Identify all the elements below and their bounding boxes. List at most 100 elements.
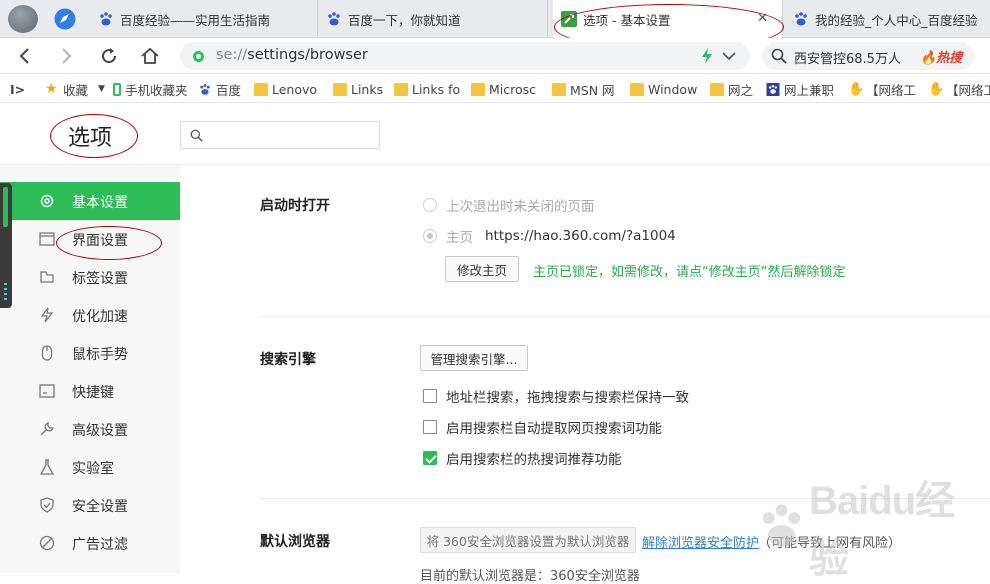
folder-icon (552, 82, 566, 96)
search-option-sync[interactable]: 地址栏搜索，拖拽搜索与搜索栏保持一致 (423, 386, 689, 406)
back-button[interactable] (13, 44, 37, 68)
bookmark-network-2[interactable]: ✋ 【网络工 (928, 80, 990, 98)
modify-homepage-button[interactable]: 修改主页 (445, 256, 519, 282)
sidebar-item-security[interactable]: 安全设置 (0, 486, 180, 524)
bookmark-folder-msn[interactable]: MSN 网 (552, 80, 615, 98)
bookmark-folder-links[interactable]: Links (333, 80, 383, 98)
address-url: se://settings/browser (216, 47, 368, 63)
sidebar-item-label: 标签设置 (72, 271, 128, 287)
home-icon (141, 47, 159, 64)
checkbox-checked[interactable] (423, 451, 437, 465)
bookmark-baidu[interactable]: 百度 (198, 80, 241, 98)
flask-icon (39, 459, 55, 475)
bookmark-folder-lenovo[interactable]: Lenovo (254, 80, 317, 98)
search-icon (771, 48, 787, 64)
hot-search-button[interactable]: 🔥热搜 (920, 47, 962, 66)
user-avatar[interactable] (8, 5, 38, 33)
sidebar-item-shortcuts[interactable]: 快捷键 (0, 372, 180, 410)
sidebar-item-adblock[interactable]: 广告过滤 (0, 524, 180, 562)
baidu-paw-icon (762, 504, 801, 547)
startup-option-homepage[interactable]: 主页 https://hao.360.com/?a1004 (423, 226, 676, 246)
folder-icon (333, 82, 347, 96)
keyboard-icon (39, 384, 55, 398)
annotation-ellipse-interface (56, 226, 162, 260)
homepage-url: https://hao.360.com/?a1004 (485, 228, 676, 244)
sidebar-item-advanced[interactable]: 高级设置 (0, 410, 180, 448)
reload-button[interactable] (97, 44, 121, 68)
unlock-protection-link[interactable]: 解除浏览器安全防护 (642, 532, 759, 551)
navigator-compass-icon[interactable] (53, 7, 77, 31)
checkbox[interactable] (423, 389, 437, 403)
manage-search-engines-button[interactable]: 管理搜索引擎... (420, 345, 528, 371)
watermark-text: Baidu经验 (809, 479, 955, 581)
sidebar-toggle-icon[interactable]: I> (10, 80, 25, 98)
forward-button[interactable] (54, 44, 78, 68)
bookmark-label: 网之 (728, 82, 754, 98)
search-bar[interactable]: 西安管控68.5万人 🔥热搜 (762, 42, 974, 70)
bookmark-label: Links fo (412, 81, 461, 97)
chevron-down-icon[interactable] (722, 51, 736, 61)
address-bar[interactable]: se://settings/browser (180, 42, 750, 70)
option-label: 启用搜索栏自动提取网页搜索词功能 (446, 421, 662, 437)
bookmarks-bar: I> ★ 收藏 ▼ 手机收藏夹 百度 Lenovo Links Links fo… (0, 75, 990, 103)
checkbox[interactable] (423, 420, 437, 434)
bookmark-label: Microsc (489, 81, 537, 97)
sidebar-item-mouse-gesture[interactable]: 鼠标手势 (0, 334, 180, 372)
startup-option-last-session[interactable]: 上次退出时未关闭的页面 (423, 195, 595, 215)
phone-icon (113, 82, 121, 96)
option-label: 主页 (446, 230, 473, 246)
folder-icon (254, 82, 268, 96)
bookmark-folder-wangzhi[interactable]: 网之 (710, 80, 753, 98)
baidu-paw-icon (100, 12, 112, 26)
bookmark-label: Lenovo (272, 81, 318, 97)
settings-search-input[interactable] (180, 121, 380, 149)
sidebar-item-basic[interactable]: 基本设置 (0, 182, 180, 220)
sidebar-item-tabs[interactable]: 标签设置 (0, 258, 180, 296)
bookmark-favorites[interactable]: ★ 收藏 ▼ (45, 80, 105, 98)
search-query: 西安管控68.5万人 (794, 52, 901, 67)
sidebar-item-label: 实验室 (72, 461, 114, 477)
sidebar-item-lab[interactable]: 实验室 (0, 448, 180, 486)
bookmark-label: 网上兼职 (784, 82, 835, 98)
startup-section-title: 启动时打开 (260, 198, 330, 214)
folder-icon (630, 82, 644, 96)
radio-button[interactable] (423, 229, 437, 243)
folder-icon (710, 82, 724, 96)
bookmark-folder-windows[interactable]: Window (630, 80, 697, 98)
sidebar-item-label: 基本设置 (72, 195, 128, 211)
search-option-extract[interactable]: 启用搜索栏自动提取网页搜索词功能 (423, 417, 662, 437)
bookmark-label: 【网络工 (946, 82, 990, 98)
radio-button[interactable] (423, 198, 437, 212)
tab-icon (40, 271, 54, 283)
bookmark-online-job[interactable]: 网上兼职 (766, 80, 834, 98)
sidebar-item-label: 优化加速 (72, 309, 128, 325)
bookmark-label: 手机收藏夹 (125, 82, 188, 98)
mouse-icon (41, 345, 53, 361)
block-icon (39, 535, 55, 551)
bookmark-mobile[interactable]: 手机收藏夹 (113, 80, 188, 98)
window-icon (39, 232, 55, 246)
tab-baidu-search[interactable]: 百度一下，你就知道 (318, 0, 548, 38)
baidu-paw-icon (328, 12, 340, 26)
set-default-browser-button[interactable]: 将 360安全浏览器设置为默认浏览器 (420, 527, 636, 553)
search-engine-section-title: 搜索引擎 (260, 352, 316, 368)
sidebar-item-optimize[interactable]: 优化加速 (0, 296, 180, 334)
search-option-hot-words[interactable]: 启用搜索栏的热搜词推荐功能 (423, 448, 622, 468)
bookmark-folder-microsoft[interactable]: Microsc (471, 80, 536, 98)
annotation-ellipse-title (50, 114, 138, 158)
home-button[interactable] (138, 44, 162, 68)
bookmark-network-1[interactable]: ✋ 【网络工 (848, 80, 916, 98)
tab-strip: 百度经验——实用生活指南 百度一下，你就知道 选项 - 基本设置 ✕ 我的经验_… (0, 0, 990, 38)
hand-icon: ✋ (928, 81, 945, 97)
bookmark-folder-links-for[interactable]: Links fo (394, 80, 460, 98)
lightning-speed-icon[interactable] (701, 48, 713, 64)
option-label: 上次退出时未关闭的页面 (446, 199, 595, 215)
hand-icon: ✋ (848, 81, 865, 97)
arrow-right-icon (62, 48, 72, 64)
bookmark-label: Window (648, 81, 698, 97)
default-browser-section-title: 默认浏览器 (260, 534, 330, 550)
lightning-icon (40, 307, 54, 323)
wrench-icon (40, 422, 54, 436)
tab-baidu-jingyan[interactable]: 百度经验——实用生活指南 (90, 0, 318, 38)
tab-my-jingyan[interactable]: 我的经验_个人中心_百度经验 (785, 0, 990, 38)
